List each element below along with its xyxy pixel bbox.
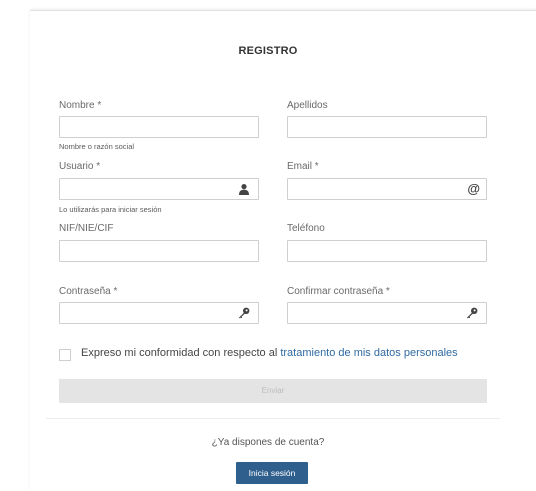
nif-field[interactable] bbox=[59, 240, 259, 262]
nombre-label: Nombre * bbox=[59, 100, 102, 111]
confirmar-input[interactable] bbox=[288, 303, 486, 324]
divider bbox=[46, 418, 500, 419]
nombre-field[interactable] bbox=[59, 116, 259, 138]
email-field[interactable]: @ bbox=[287, 178, 487, 200]
have-account-text: ¿Ya dispones de cuenta? bbox=[211, 437, 325, 448]
contrasena-label: Contraseña * bbox=[59, 286, 118, 297]
confirmar-label: Confirmar contraseña * bbox=[287, 286, 390, 297]
consent-text: Expreso mi conformidad con respecto al t… bbox=[81, 347, 458, 359]
nif-label: NIF/NIE/CIF bbox=[59, 223, 114, 234]
usuario-input[interactable] bbox=[60, 179, 258, 200]
apellidos-label: Apellidos bbox=[287, 100, 328, 111]
submit-button[interactable]: Enviar bbox=[59, 379, 487, 403]
usuario-hint: Lo utilizarás para iniciar sesión bbox=[59, 205, 162, 214]
usuario-label: Usuario * bbox=[59, 161, 101, 172]
login-button[interactable]: Inicia sesión bbox=[236, 462, 308, 484]
at-icon: @ bbox=[467, 181, 480, 196]
confirmar-field[interactable] bbox=[287, 302, 487, 324]
contrasena-field[interactable] bbox=[59, 302, 259, 324]
user-icon bbox=[239, 184, 249, 195]
key-icon bbox=[467, 307, 478, 319]
apellidos-field[interactable] bbox=[287, 116, 487, 138]
key-icon bbox=[239, 307, 250, 319]
email-label: Email * bbox=[287, 161, 319, 172]
telefono-field[interactable] bbox=[287, 240, 487, 262]
usuario-field[interactable] bbox=[59, 178, 259, 200]
apellidos-input[interactable] bbox=[288, 117, 486, 138]
privacy-policy-link[interactable]: tratamiento de mis datos personales bbox=[280, 347, 457, 359]
nombre-hint: Nombre o razón social bbox=[59, 142, 135, 151]
telefono-label: Teléfono bbox=[287, 223, 325, 234]
contrasena-input[interactable] bbox=[60, 303, 258, 324]
consent-checkbox[interactable] bbox=[59, 349, 71, 361]
page-title: REGISTRO bbox=[238, 45, 298, 57]
email-input[interactable] bbox=[288, 179, 486, 200]
nombre-input[interactable] bbox=[60, 117, 258, 138]
nif-input[interactable] bbox=[60, 241, 258, 262]
consent-label: Expreso mi conformidad con respecto al bbox=[81, 347, 281, 359]
telefono-input[interactable] bbox=[288, 241, 486, 262]
